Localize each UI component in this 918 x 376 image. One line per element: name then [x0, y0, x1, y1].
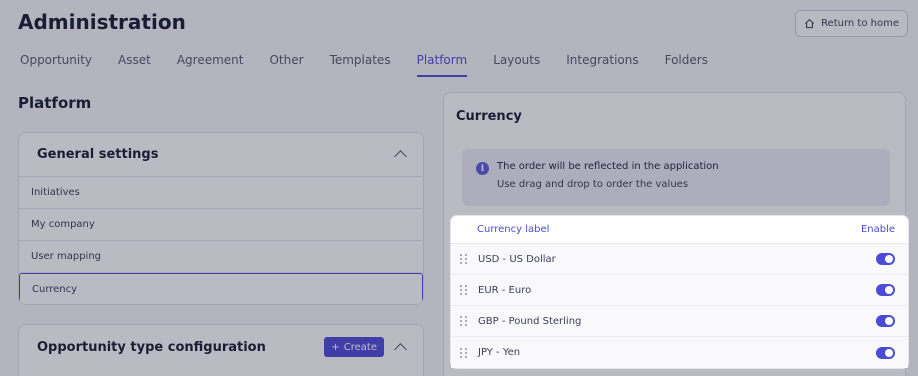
menu-item-currency[interactable]: Currency: [19, 273, 423, 304]
tab-other[interactable]: Other: [269, 53, 303, 77]
column-currency-label: Currency label: [477, 224, 550, 235]
table-row[interactable]: USD - US Dollar: [451, 244, 908, 275]
tab-layouts[interactable]: Layouts: [493, 53, 540, 77]
tab-asset[interactable]: Asset: [118, 53, 151, 77]
opportunity-type-title: Opportunity type configuration: [37, 339, 266, 355]
info-message: The order will be reflected in the appli…: [497, 161, 719, 172]
table-row[interactable]: EUR - Euro: [451, 275, 908, 306]
return-to-home-label: Return to home: [821, 18, 899, 29]
page-title: Administration: [18, 10, 186, 34]
currency-label: USD - US Dollar: [478, 253, 556, 265]
currency-label: JPY - Yen: [478, 347, 521, 358]
info-banner: i The order will be reflected in the app…: [462, 149, 890, 206]
create-label: Create: [343, 341, 377, 353]
admin-tabs: Opportunity Asset Agreement Other Templa…: [20, 53, 708, 77]
info-icon: i: [476, 162, 489, 175]
tab-agreement[interactable]: Agreement: [177, 53, 244, 77]
tab-templates[interactable]: Templates: [330, 53, 391, 77]
tab-folders[interactable]: Folders: [665, 53, 708, 77]
return-to-home-button[interactable]: Return to home: [795, 10, 908, 37]
section-title: Platform: [18, 94, 92, 112]
drag-handle-icon[interactable]: [460, 254, 467, 264]
page-header: Administration Return to home Opportunit…: [0, 0, 918, 80]
currency-table: Currency label Enable USD - US Dollar EU…: [451, 216, 908, 368]
chevron-up-icon[interactable]: [394, 150, 407, 163]
enable-toggle[interactable]: [876, 346, 895, 359]
drag-handle-icon[interactable]: [460, 285, 467, 295]
currency-label: EUR - Euro: [478, 284, 532, 296]
currency-title: Currency: [456, 109, 522, 124]
tab-integrations[interactable]: Integrations: [566, 53, 638, 77]
menu-item-user-mapping[interactable]: User mapping: [19, 241, 423, 273]
tab-opportunity[interactable]: Opportunity: [20, 53, 92, 77]
drag-handle-icon[interactable]: [460, 316, 467, 326]
currency-label: GBP - Pound Sterling: [478, 315, 582, 327]
drag-handle-icon[interactable]: [460, 347, 467, 358]
enable-toggle[interactable]: [876, 315, 895, 327]
menu-item-my-company[interactable]: My company: [19, 209, 423, 241]
column-enable: Enable: [860, 224, 895, 235]
menu-item-initiatives[interactable]: Initiatives: [19, 177, 423, 209]
info-hint: Use drag and drop to order the values: [497, 179, 689, 190]
general-settings-title: General settings: [37, 147, 159, 162]
table-row[interactable]: GBP - Pound Sterling: [451, 306, 908, 337]
home-icon: [805, 19, 815, 29]
plus-icon: +: [331, 341, 340, 353]
table-row[interactable]: JPY - Yen: [451, 337, 908, 368]
tab-platform[interactable]: Platform: [416, 53, 468, 77]
enable-toggle[interactable]: [876, 284, 895, 296]
table-header: Currency label Enable: [451, 216, 908, 244]
opportunity-type-header: Opportunity type configuration + Create: [19, 325, 423, 369]
create-button[interactable]: + Create: [324, 337, 384, 357]
enable-toggle[interactable]: [876, 253, 895, 265]
general-settings-header[interactable]: General settings: [19, 133, 423, 177]
general-settings-card: General settings Initiatives My company …: [18, 132, 424, 305]
chevron-up-icon[interactable]: [394, 342, 407, 356]
opportunity-type-card: Opportunity type configuration + Create: [18, 324, 424, 376]
